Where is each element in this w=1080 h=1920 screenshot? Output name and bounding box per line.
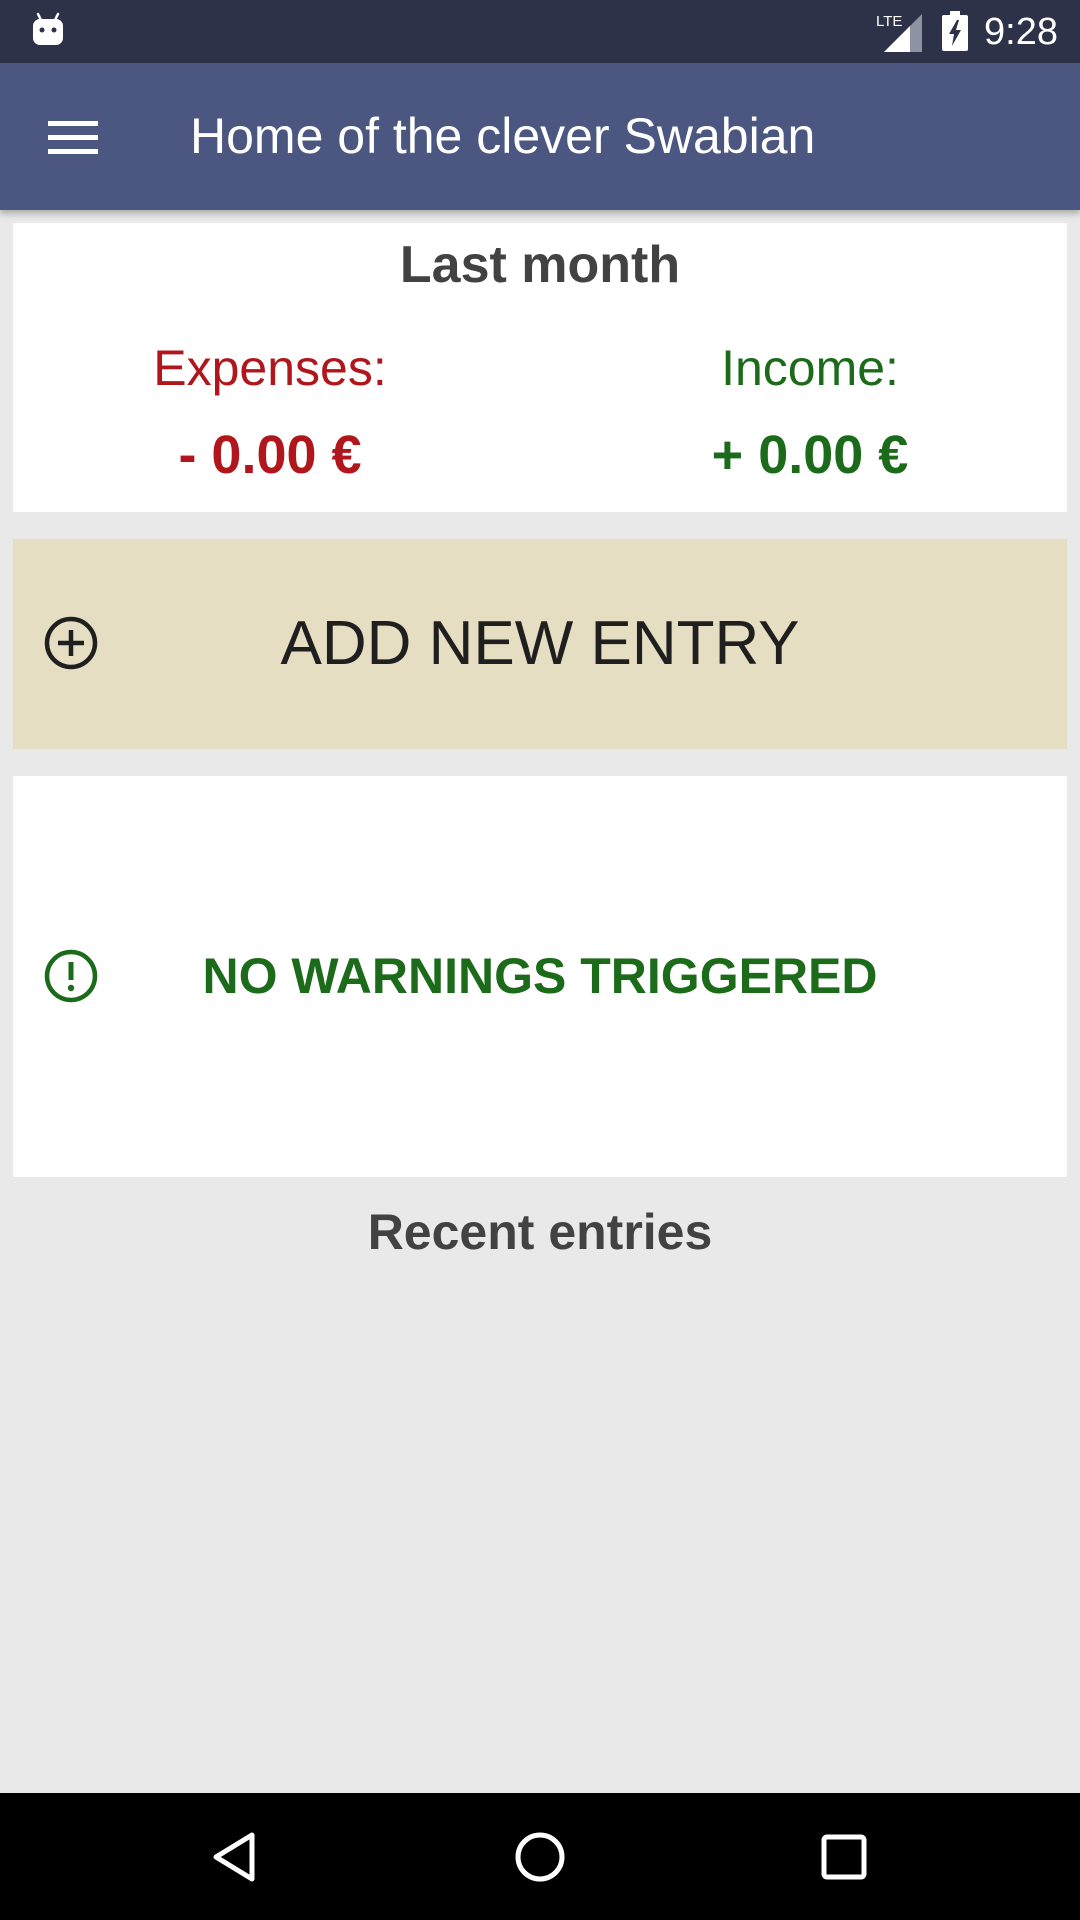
hamburger-menu-icon[interactable] xyxy=(38,111,108,163)
status-bar: LTE 9:28 xyxy=(0,0,1080,63)
battery-charging-icon xyxy=(942,11,968,51)
status-clock: 9:28 xyxy=(984,11,1058,53)
recents-icon[interactable] xyxy=(814,1827,874,1887)
add-circle-icon xyxy=(44,616,98,670)
income-label: Income: xyxy=(721,340,899,396)
app-bar: Home of the clever Swabian xyxy=(0,63,1080,210)
warnings-label: NO WARNINGS TRIGGERED xyxy=(202,948,878,1004)
home-icon[interactable] xyxy=(510,1827,570,1887)
lte-label: LTE xyxy=(876,13,902,30)
recent-entries-title: Recent entries xyxy=(367,1204,713,1260)
navigation-bar xyxy=(0,1793,1080,1920)
expenses-label: Expenses: xyxy=(153,340,387,396)
recent-entries-list xyxy=(0,1280,1080,1793)
expenses-value: - 0.00 € xyxy=(178,425,362,485)
add-entry-button[interactable] xyxy=(13,539,1067,749)
income-value: + 0.00 € xyxy=(711,425,909,485)
android-icon xyxy=(33,12,63,45)
lte-signal-icon: LTE xyxy=(876,13,922,52)
page-title: Home of the clever Swabian xyxy=(190,108,816,164)
back-icon[interactable] xyxy=(206,1827,266,1887)
summary-title: Last month xyxy=(399,236,681,294)
